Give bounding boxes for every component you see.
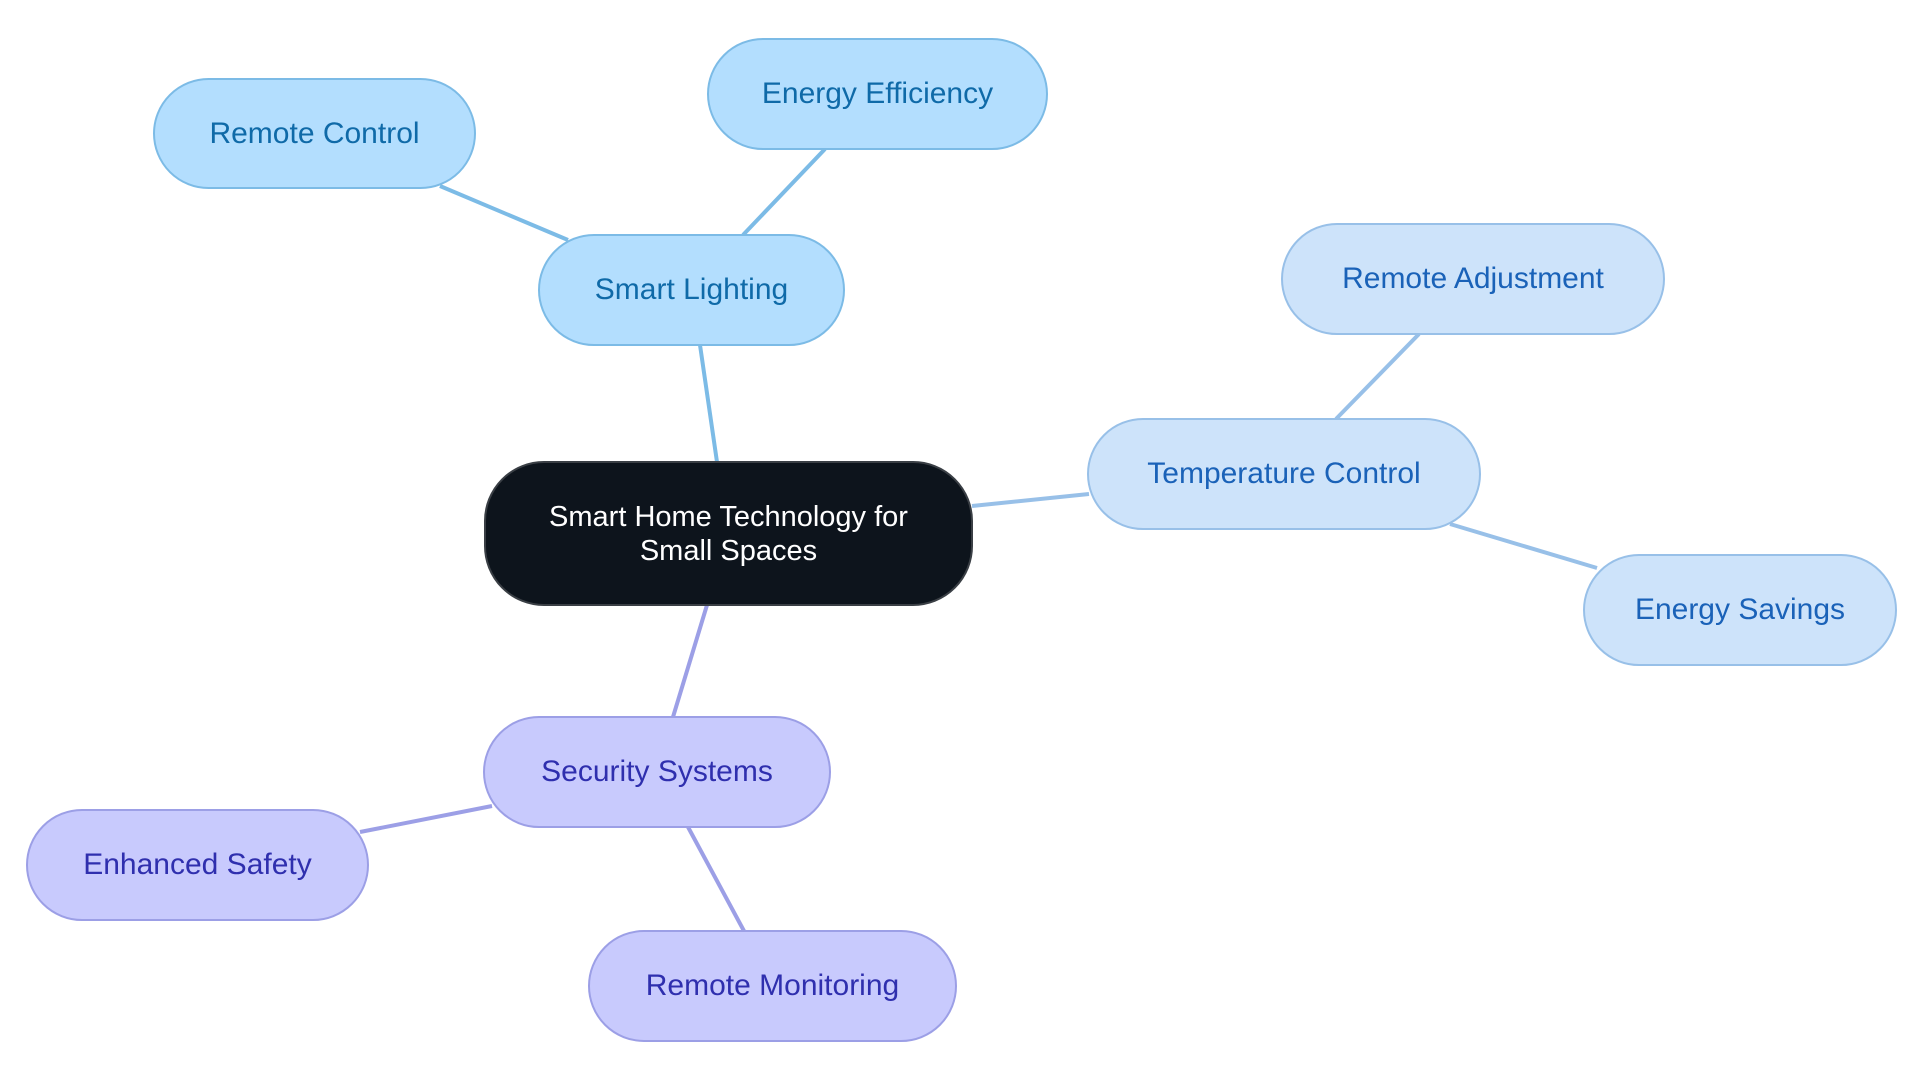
root-label-line1: Smart Home Technology for <box>549 500 908 533</box>
edge-root-lighting <box>698 344 719 463</box>
edge-temp-energy-savings <box>1449 522 1598 570</box>
node-label: Energy Efficiency <box>761 77 994 110</box>
edge-root-security <box>671 604 709 718</box>
node-temperature-control[interactable]: Temperature Control <box>1087 418 1481 530</box>
node-remote-control[interactable]: Remote Control <box>153 78 476 189</box>
node-label: Remote Monitoring <box>645 969 900 1002</box>
edge-lighting-energy-efficiency <box>741 147 827 237</box>
edge-temp-remote-adjustment <box>1334 332 1421 421</box>
edge-security-enhanced-safety <box>359 804 493 834</box>
node-label: Smart Lighting <box>594 273 789 306</box>
node-remote-monitoring[interactable]: Remote Monitoring <box>588 930 957 1042</box>
node-energy-efficiency[interactable]: Energy Efficiency <box>707 38 1048 150</box>
root-node[interactable]: Smart Home Technology for Small Spaces <box>484 461 973 606</box>
edge-security-remote-monitoring <box>686 826 746 932</box>
edge-root-temp <box>971 492 1090 508</box>
node-security-systems[interactable]: Security Systems <box>483 716 831 828</box>
node-label: Security Systems <box>541 755 773 788</box>
node-smart-lighting[interactable]: Smart Lighting <box>538 234 845 346</box>
edge-lighting-remote-control <box>439 184 569 242</box>
node-label: Remote Control <box>209 116 420 150</box>
node-remote-adjustment[interactable]: Remote Adjustment <box>1281 223 1665 335</box>
node-label: Enhanced Safety <box>83 848 312 881</box>
node-energy-savings[interactable]: Energy Savings <box>1583 554 1897 666</box>
root-label-line2: Small Spaces <box>639 534 818 567</box>
node-label: Remote Adjustment <box>1342 262 1604 295</box>
node-enhanced-safety[interactable]: Enhanced Safety <box>26 809 369 921</box>
node-label: Temperature Control <box>1147 457 1421 490</box>
node-label: Energy Savings <box>1634 593 1846 626</box>
